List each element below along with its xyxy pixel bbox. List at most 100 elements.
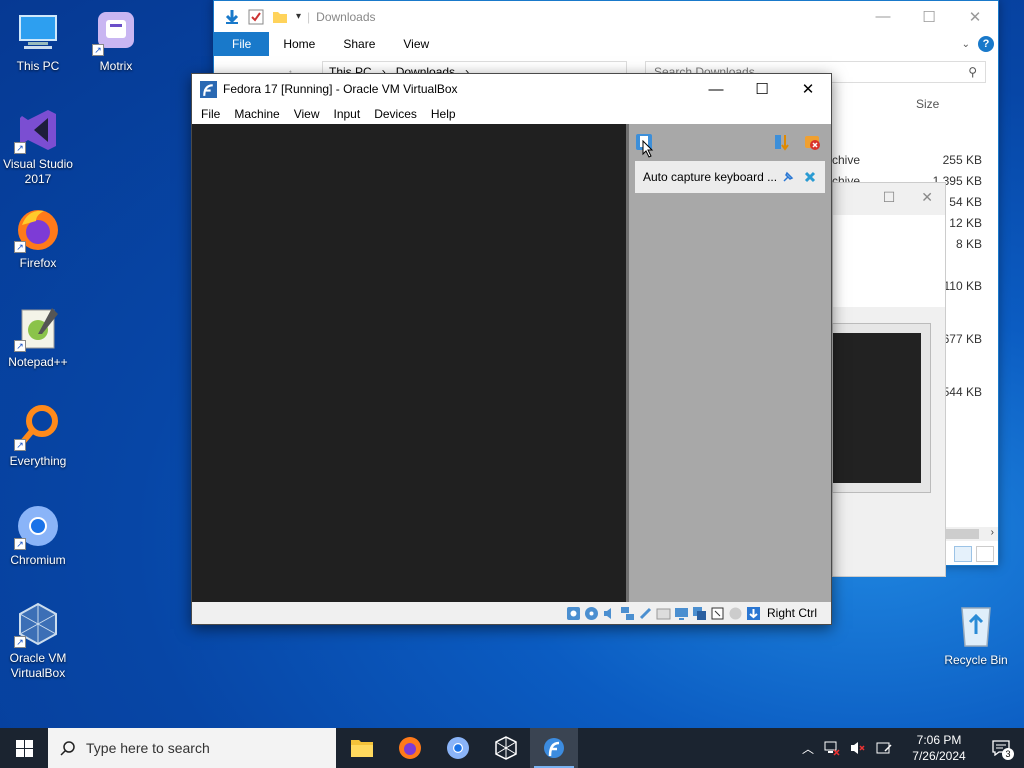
virtualbox-vm-window[interactable]: Fedora 17 [Running] - Oracle VM VirtualB… <box>191 73 832 625</box>
file-type: chive <box>832 153 861 167</box>
recording-icon[interactable] <box>692 606 707 621</box>
clear-all-icon[interactable] <box>803 133 821 151</box>
taskbar-app-chromium[interactable] <box>434 728 482 768</box>
properties-check-icon[interactable] <box>248 9 264 25</box>
dismiss-icon[interactable] <box>803 170 817 184</box>
start-button[interactable] <box>0 728 48 768</box>
usb-icon[interactable] <box>638 606 653 621</box>
desktop-icon-virtualbox[interactable]: ↗ Oracle VM VirtualBox <box>0 600 76 681</box>
menu-file[interactable]: File <box>194 107 227 121</box>
action-center-button[interactable]: 3 <box>986 728 1016 768</box>
ribbon-right-controls: ⌄ ? <box>962 36 994 52</box>
taskbar-app-fedora-vm[interactable] <box>530 728 578 768</box>
search-icon: ⚲ <box>968 65 977 79</box>
minimize-icon[interactable]: — <box>693 74 739 104</box>
notification-item[interactable]: Auto capture keyboard ... <box>635 161 825 193</box>
maximize-icon[interactable]: ☐ <box>739 74 785 104</box>
tab-view[interactable]: View <box>389 32 443 56</box>
taskbar-app-file-explorer[interactable] <box>338 728 386 768</box>
desktop-icon-label: Chromium <box>10 553 66 567</box>
desktop-icon-recycle-bin[interactable]: Recycle Bin <box>938 600 1014 667</box>
shared-folders-icon[interactable] <box>656 606 671 621</box>
desktop-icon-label: Notepad++ <box>8 355 68 369</box>
host-key-arrow-icon[interactable] <box>746 606 761 621</box>
explorer-window-controls: — ☐ ✕ <box>860 1 998 32</box>
taskbar-search-input[interactable]: Type here to search <box>48 728 336 768</box>
volume-muted-icon[interactable] <box>850 740 866 756</box>
quick-access-dropdown-icon[interactable]: ▾ <box>296 11 301 22</box>
desktop-icon-this-pc[interactable]: This PC <box>0 8 76 74</box>
system-tray: ︿ 7:06 PM 7/26/2024 3 <box>802 728 1024 768</box>
details-view-icon[interactable] <box>954 546 972 562</box>
tab-home[interactable]: Home <box>269 32 329 56</box>
desktop-icon-label: Motrix <box>99 59 133 73</box>
keyboard-edit-icon[interactable] <box>876 740 892 756</box>
column-header-size[interactable]: Size <box>916 97 939 111</box>
firefox-icon: ↗ <box>14 205 62 253</box>
tab-file[interactable]: File <box>214 32 270 56</box>
display-preview <box>832 323 931 493</box>
notification-center-panel: Auto capture keyboard ... <box>626 124 831 603</box>
close-icon[interactable]: ✕ <box>921 189 933 206</box>
dialog-window-controls: ☐ ✕ <box>883 189 933 206</box>
clock-time: 7:06 PM <box>916 733 962 747</box>
vbox-statusbar: Right Ctrl <box>192 602 831 624</box>
taskbar-app-firefox[interactable] <box>386 728 434 768</box>
desktop-icon-label: Recycle Bin <box>944 653 1008 667</box>
desktop-icon-notepad-plus-plus[interactable]: ↗ Notepad++ <box>0 304 76 370</box>
network-status-icon[interactable] <box>824 740 840 756</box>
maximize-icon[interactable]: ☐ <box>906 1 952 32</box>
menu-view[interactable]: View <box>287 107 327 121</box>
large-icons-view-icon[interactable] <box>976 546 994 562</box>
shortcut-arrow-icon: ↗ <box>14 439 26 451</box>
mouse-integration-icon[interactable] <box>728 606 743 621</box>
shortcut-arrow-icon: ↗ <box>14 142 26 154</box>
close-icon[interactable]: ✕ <box>785 74 831 104</box>
desktop-icon-motrix[interactable]: ↗ Motrix <box>78 8 154 74</box>
system-clock[interactable]: 7:06 PM 7/26/2024 <box>902 732 976 764</box>
pin-icon[interactable] <box>781 170 795 184</box>
sort-order-icon[interactable] <box>773 133 791 151</box>
show-hidden-icons-chevron-icon[interactable]: ︿ <box>802 740 814 757</box>
close-icon[interactable]: ✕ <box>952 1 998 32</box>
desktop-icon-firefox[interactable]: ↗ Firefox <box>0 205 76 271</box>
everything-search-icon: ↗ <box>14 403 62 451</box>
menu-devices[interactable]: Devices <box>367 107 424 121</box>
maximize-icon[interactable]: ☐ <box>883 189 896 206</box>
audio-icon[interactable] <box>602 606 617 621</box>
tab-share[interactable]: Share <box>329 32 389 56</box>
vbox-title: Fedora 17 [Running] - Oracle VM VirtualB… <box>223 82 458 96</box>
menu-machine[interactable]: Machine <box>227 107 286 121</box>
notepad-plus-plus-icon: ↗ <box>14 304 62 352</box>
desktop-icon-label: Oracle VM VirtualBox <box>9 651 67 680</box>
desktop-icon-everything[interactable]: ↗ Everything <box>0 403 76 469</box>
vm-display[interactable] <box>192 124 626 603</box>
menu-input[interactable]: Input <box>327 107 368 121</box>
shortcut-arrow-icon: ↗ <box>14 340 26 352</box>
desktop-icon-chromium[interactable]: ↗ Chromium <box>0 502 76 568</box>
motrix-icon: ↗ <box>92 8 140 56</box>
optical-drive-icon[interactable] <box>584 606 599 621</box>
cpu-icon[interactable] <box>710 606 725 621</box>
menu-help[interactable]: Help <box>424 107 463 121</box>
file-size: 255 KB <box>942 153 982 167</box>
virtualbox-icon <box>495 736 517 760</box>
search-icon <box>60 741 75 756</box>
desktop-icon-label: Everything <box>9 454 67 468</box>
taskbar: Type here to search ︿ 7:06 PM 7/26/2024 … <box>0 728 1024 768</box>
network-icon[interactable] <box>620 606 635 621</box>
help-icon[interactable]: ? <box>978 36 994 52</box>
display-preview-screen <box>833 333 921 483</box>
fedora-vm-icon <box>544 738 564 758</box>
dialog-content <box>833 215 945 307</box>
shortcut-arrow-icon: ↗ <box>14 636 26 648</box>
minimize-icon[interactable]: — <box>860 1 906 32</box>
new-folder-icon[interactable] <box>272 9 288 25</box>
display-icon[interactable] <box>674 606 689 621</box>
taskbar-app-virtualbox[interactable] <box>482 728 530 768</box>
desktop-icon-visual-studio[interactable]: ↗ Visual Studio 2017 <box>0 106 76 187</box>
hard-disk-icon[interactable] <box>566 606 581 621</box>
download-arrow-icon <box>225 9 239 24</box>
ribbon-expand-icon[interactable]: ⌄ <box>962 39 970 50</box>
scroll-right-icon[interactable]: › <box>991 527 994 538</box>
